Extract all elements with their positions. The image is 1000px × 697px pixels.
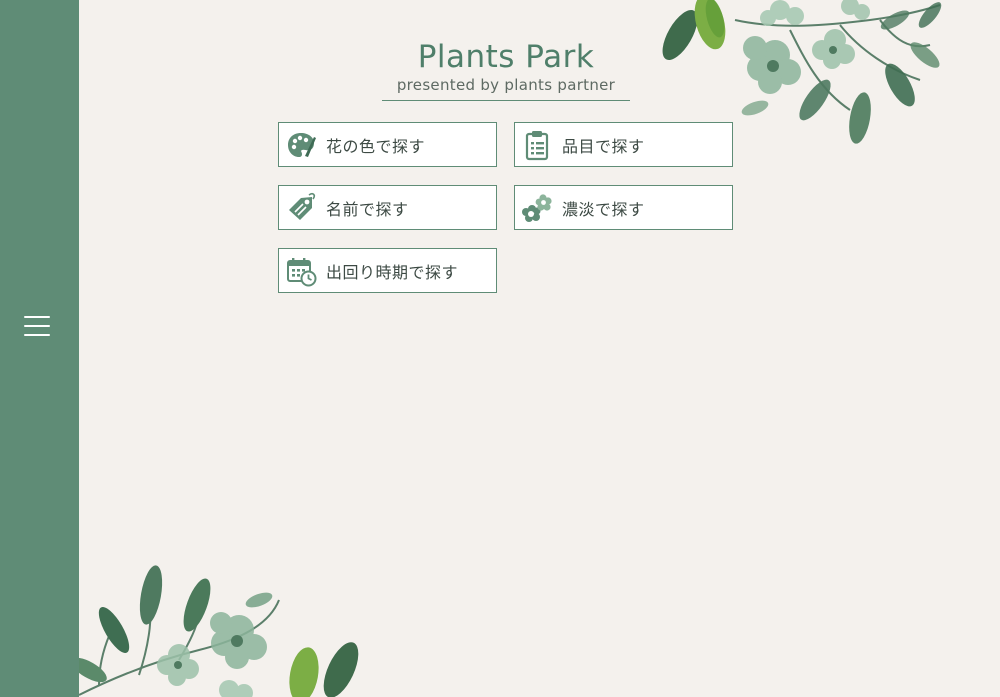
search-by-name-button[interactable]: 名前で探す [278, 185, 497, 230]
palette-icon [288, 132, 316, 157]
calendar-clock-icon [287, 257, 317, 286]
tag-icon [289, 192, 316, 220]
hamburger-menu-icon[interactable] [24, 314, 50, 338]
sidebar [0, 0, 79, 697]
search-by-season-button[interactable]: 出回り時期で探す [278, 248, 497, 293]
search-by-flower-color-button[interactable]: 花の色で探す [278, 122, 497, 167]
botanical-decoration-bottom [79, 565, 359, 697]
header-divider [382, 100, 630, 101]
flowers-icon [522, 193, 552, 222]
search-by-name-label: 名前で探す [326, 199, 409, 219]
search-by-flower-color-label: 花の色で探す [326, 136, 426, 156]
site-title: Plants Park [417, 39, 595, 75]
search-by-item-label: 品目で探す [562, 136, 645, 156]
search-by-item-button[interactable]: 品目で探す [514, 122, 733, 167]
search-by-season-label: 出回り時期で探す [326, 262, 459, 282]
site-subtitle: presented by plants partner [396, 76, 616, 94]
page: Plants Park presented by plants partner … [0, 0, 1000, 697]
site-header: Plants Park presented by plants partner [382, 38, 630, 101]
search-by-shade-button[interactable]: 濃淡で探す [514, 185, 733, 230]
search-by-shade-label: 濃淡で探す [562, 199, 645, 219]
clipboard-list-icon [525, 130, 549, 160]
